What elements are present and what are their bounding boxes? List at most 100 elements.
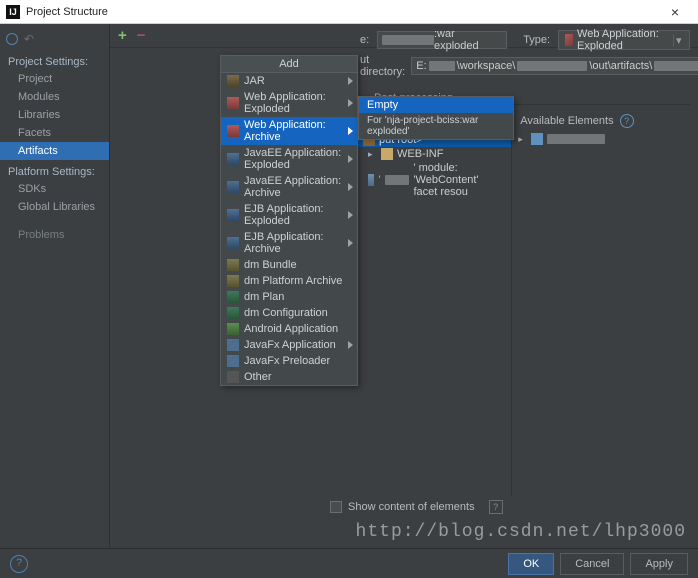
output-dir-label: ut directory:: [360, 54, 405, 78]
chevron-right-icon: [348, 99, 353, 107]
tree-module-label: ' module: 'WebContent' facet resou: [413, 162, 505, 198]
titlebar: IJ Project Structure ×: [0, 0, 698, 24]
ejb-icon: [227, 209, 239, 221]
close-button[interactable]: ×: [658, 4, 692, 20]
help-icon[interactable]: ?: [620, 114, 634, 128]
add-menu-dm-platform[interactable]: dm Platform Archive: [221, 273, 357, 289]
dialog-button-bar: ? OK Cancel Apply: [0, 548, 698, 578]
add-menu-jee-archive[interactable]: JavaEE Application: Archive: [221, 173, 357, 201]
mi-label: dm Platform Archive: [244, 275, 342, 287]
add-menu-dm-bundle[interactable]: dm Bundle: [221, 257, 357, 273]
content: + − e: :war exploded Type: Web Applicati…: [110, 24, 698, 548]
mi-label: JavaEE Application: Exploded: [244, 147, 351, 171]
main-area: ↶ Project Settings: Project Modules Libr…: [0, 24, 698, 548]
mi-label: Other: [244, 371, 272, 383]
jar-icon: [227, 75, 239, 87]
add-artifact-submenu: Empty For 'nja-project-bciss:war explode…: [358, 96, 514, 140]
available-elements-panel: Available Elements ? ▸: [512, 110, 690, 496]
add-artifact-menu: Add JAR Web Application: Exploded Web Ap…: [220, 55, 358, 386]
other-icon: [227, 371, 239, 383]
sidebar-group-platform: Platform Settings:: [0, 160, 109, 180]
output-dir-field[interactable]: E: \workspace\ \out\artifacts\ _war_expl…: [411, 57, 698, 75]
help-icon[interactable]: ?: [489, 500, 503, 514]
submenu-empty[interactable]: Empty: [359, 97, 513, 113]
show-content-checkbox[interactable]: Show content of elements ?: [330, 500, 503, 514]
tree-arrow-icon: ▸: [368, 149, 377, 160]
add-menu-javafx-preloader[interactable]: JavaFx Preloader: [221, 353, 357, 369]
chevron-right-icon: [348, 239, 353, 247]
menu-title: Add: [221, 56, 357, 73]
dm-icon: [227, 291, 239, 303]
sidebar-item-facets[interactable]: Facets: [0, 124, 109, 142]
add-menu-other[interactable]: Other: [221, 369, 357, 385]
type-value: Web Application: Exploded: [577, 28, 663, 52]
sidebar-item-global-libraries[interactable]: Global Libraries: [0, 198, 109, 216]
jee-icon: [227, 153, 239, 165]
cancel-button[interactable]: Cancel: [560, 553, 624, 575]
war-icon: [565, 34, 573, 46]
add-menu-jar[interactable]: JAR: [221, 73, 357, 89]
mi-label: Web Application: Exploded: [244, 91, 351, 115]
add-menu-web-archive[interactable]: Web Application: Archive: [221, 117, 357, 145]
sidebar-item-problems[interactable]: Problems: [0, 226, 109, 244]
war-icon: [227, 125, 239, 137]
mi-label: JAR: [244, 75, 265, 87]
add-menu-javafx-app[interactable]: JavaFx Application: [221, 337, 357, 353]
module-icon: [368, 174, 374, 186]
mi-label: Web Application: Archive: [244, 119, 351, 143]
ok-button[interactable]: OK: [508, 553, 554, 575]
chevron-right-icon: [348, 211, 353, 219]
sidebar-item-project[interactable]: Project: [0, 70, 109, 88]
add-menu-dm-config[interactable]: dm Configuration: [221, 305, 357, 321]
dm-icon: [227, 275, 239, 287]
javafx-icon: [227, 339, 239, 351]
add-menu-android[interactable]: Android Application: [221, 321, 357, 337]
mi-label: JavaEE Application: Archive: [244, 175, 351, 199]
add-menu-ejb-archive[interactable]: EJB Application: Archive: [221, 229, 357, 257]
mi-label: JavaFx Preloader: [244, 355, 330, 367]
back-icon[interactable]: ↶: [24, 32, 34, 46]
submenu-for-artifact[interactable]: For 'nja-project-bciss:war exploded': [359, 113, 513, 139]
mi-label: dm Plan: [244, 291, 284, 303]
sidebar-item-libraries[interactable]: Libraries: [0, 106, 109, 124]
artifact-type-combo[interactable]: Web Application: Exploded ▾: [558, 30, 690, 50]
sidebar-item-artifacts[interactable]: Artifacts: [0, 142, 109, 160]
chevron-right-icon: [348, 183, 353, 191]
add-artifact-button[interactable]: +: [114, 27, 131, 44]
chevron-right-icon: [348, 127, 353, 135]
ejb-icon: [227, 237, 239, 249]
add-menu-web-exploded[interactable]: Web Application: Exploded: [221, 89, 357, 117]
sidebar-item-modules[interactable]: Modules: [0, 88, 109, 106]
mi-label: Android Application: [244, 323, 338, 335]
app-icon: IJ: [6, 5, 20, 19]
war-icon: [227, 97, 239, 109]
show-content-label: Show content of elements: [348, 501, 475, 513]
add-menu-jee-exploded[interactable]: JavaEE Application: Exploded: [221, 145, 357, 173]
sidebar: ↶ Project Settings: Project Modules Libr…: [0, 24, 110, 548]
folder-icon: [381, 148, 393, 160]
sidebar-item-sdks[interactable]: SDKs: [0, 180, 109, 198]
add-menu-ejb-exploded[interactable]: EJB Application: Exploded: [221, 201, 357, 229]
artifact-name-field[interactable]: :war exploded: [377, 31, 507, 49]
type-label: Type:: [523, 34, 550, 46]
tree-webinf-label: WEB-INF: [397, 148, 443, 160]
mi-label: EJB Application: Archive: [244, 231, 351, 255]
sync-icon[interactable]: [6, 33, 18, 45]
chevron-right-icon: [348, 341, 353, 349]
add-menu-dm-plan[interactable]: dm Plan: [221, 289, 357, 305]
android-icon: [227, 323, 239, 335]
module-folder-icon: [531, 133, 543, 145]
name-suffix: :war exploded: [434, 28, 502, 52]
remove-artifact-button[interactable]: −: [135, 27, 148, 44]
mi-label: dm Bundle: [244, 259, 297, 271]
window-title: Project Structure: [26, 6, 658, 18]
out-drive: E:: [416, 60, 426, 72]
checkbox-icon: [330, 501, 342, 513]
available-item-row[interactable]: ▸: [512, 132, 690, 146]
dm-icon: [227, 259, 239, 271]
apply-button[interactable]: Apply: [630, 553, 688, 575]
mi-label: JavaFx Application: [244, 339, 336, 351]
mi-label: dm Configuration: [244, 307, 328, 319]
help-button[interactable]: ?: [10, 555, 28, 573]
chevron-down-icon: ▾: [673, 34, 683, 47]
